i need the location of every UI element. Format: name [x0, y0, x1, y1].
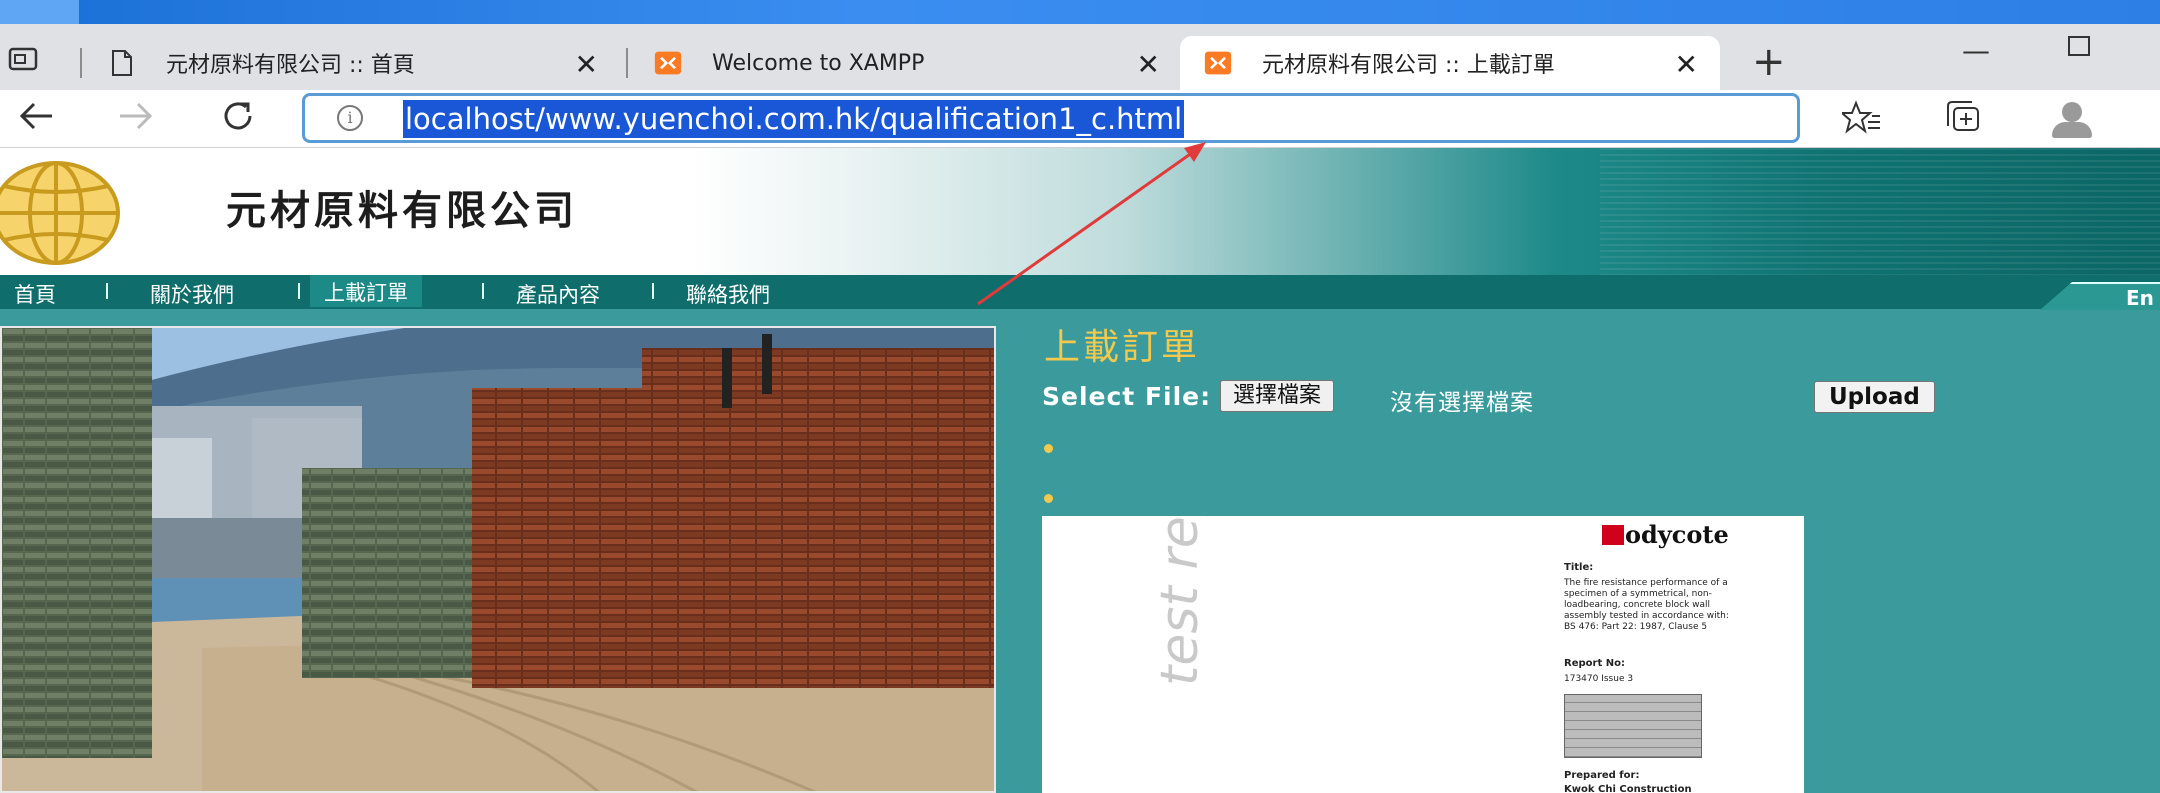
wall-specimen-image: [1564, 694, 1702, 758]
avatar-head: [2062, 102, 2082, 122]
tab-separator: [626, 48, 628, 78]
nav-item-products[interactable]: 產品內容: [516, 279, 600, 309]
nav-item-contact[interactable]: 聯絡我們: [686, 279, 770, 309]
tab-upload-order[interactable]: 元材原料有限公司 :: 上載訂單 ✕: [1180, 36, 1720, 90]
globe-logo-icon: [0, 161, 120, 265]
page-icon: [108, 49, 136, 77]
prepared-for: Kwok Chi Construction: [1564, 784, 1692, 793]
main-nav: 首頁 關於我們 上載訂單 產品內容 聯絡我們: [0, 275, 2160, 309]
tab-title: 元材原料有限公司 :: 首頁: [166, 53, 415, 78]
bodycote-logo: odycote: [1602, 520, 1729, 549]
tab-title: 元材原料有限公司 :: 上載訂單: [1262, 53, 1555, 78]
os-title-strip: [0, 0, 2160, 24]
prepared-for-label: Prepared for:: [1564, 770, 1640, 781]
new-tab-button[interactable]: +: [1752, 42, 1786, 82]
brick-yard-photo: [0, 326, 996, 793]
maximize-button[interactable]: [2068, 36, 2090, 56]
choose-file-button[interactable]: 選擇檔案: [1220, 380, 1335, 412]
language-tab-label: En: [2126, 286, 2154, 310]
tab-home[interactable]: 元材原料有限公司 :: 首頁 ✕: [84, 36, 620, 90]
upload-form: Select File: 選擇檔案 沒有選擇檔案 Upload: [1042, 380, 1962, 416]
test-report-thumbnail[interactable]: test report odycote Title: The fire resi…: [1042, 516, 1804, 793]
address-bar-row: i localhost/www.yuenchoi.com.hk/qualific…: [0, 90, 2160, 148]
forward-icon[interactable]: [116, 96, 156, 145]
browser-tab-bar: 元材原料有限公司 :: 首頁 ✕ Welcome to XAMPP ✕ 元材原料…: [0, 24, 2160, 90]
nav-item-upload-order[interactable]: 上載訂單: [310, 275, 422, 307]
nav-separator: [106, 283, 108, 299]
report-no: 173470 Issue 3: [1564, 674, 1634, 684]
banner-stripes: [1600, 148, 2160, 275]
nav-item-home[interactable]: 首頁: [14, 279, 56, 309]
bullet-marker: [1044, 444, 1053, 453]
site-info-icon[interactable]: i: [337, 105, 363, 131]
site-title: 元材原料有限公司: [226, 187, 578, 234]
report-side-text: test report: [1150, 516, 1210, 686]
url-text[interactable]: localhost/www.yuenchoi.com.hk/qualificat…: [403, 100, 1185, 138]
minimize-button[interactable]: —: [1962, 34, 1990, 67]
os-corner: [0, 0, 80, 24]
favorites-icon[interactable]: [1839, 100, 1882, 143]
reload-icon[interactable]: [218, 96, 258, 145]
avatar-body: [2052, 122, 2092, 138]
profile-avatar-icon[interactable]: [2048, 98, 2096, 138]
xampp-icon: [1204, 49, 1232, 77]
report-no-label: Report No:: [1564, 658, 1625, 669]
site-header-banner: 元材原料有限公司: [0, 148, 2160, 275]
back-icon[interactable]: [16, 96, 56, 145]
report-title-text: The fire resistance performance of a spe…: [1564, 578, 1729, 632]
brand-text: odycote: [1625, 520, 1729, 549]
tab-separator: [80, 48, 82, 78]
xampp-icon: [654, 49, 682, 77]
nav-separator: [652, 283, 654, 299]
section-title: 上載訂單: [1044, 327, 1201, 368]
collections-icon[interactable]: [1944, 100, 1984, 143]
report-title-label: Title:: [1564, 562, 1594, 573]
nav-separator: [298, 283, 300, 299]
close-icon[interactable]: ✕: [1675, 48, 1698, 81]
tab-xampp[interactable]: Welcome to XAMPP ✕: [630, 36, 1182, 90]
nav-separator: [482, 283, 484, 299]
bodycote-logo-mark: [1602, 525, 1624, 545]
tab-actions-icon[interactable]: [8, 46, 38, 72]
tab-title: Welcome to XAMPP: [712, 50, 925, 76]
upload-button[interactable]: Upload: [1814, 381, 1935, 413]
bullet-marker: [1044, 494, 1053, 503]
close-icon[interactable]: ✕: [1137, 48, 1160, 81]
select-file-label: Select File:: [1042, 382, 1212, 411]
url-bar[interactable]: i localhost/www.yuenchoi.com.hk/qualific…: [302, 93, 1800, 143]
no-file-chosen-text: 沒有選擇檔案: [1390, 390, 1534, 416]
close-icon[interactable]: ✕: [575, 48, 598, 81]
nav-item-about[interactable]: 關於我們: [150, 279, 234, 309]
